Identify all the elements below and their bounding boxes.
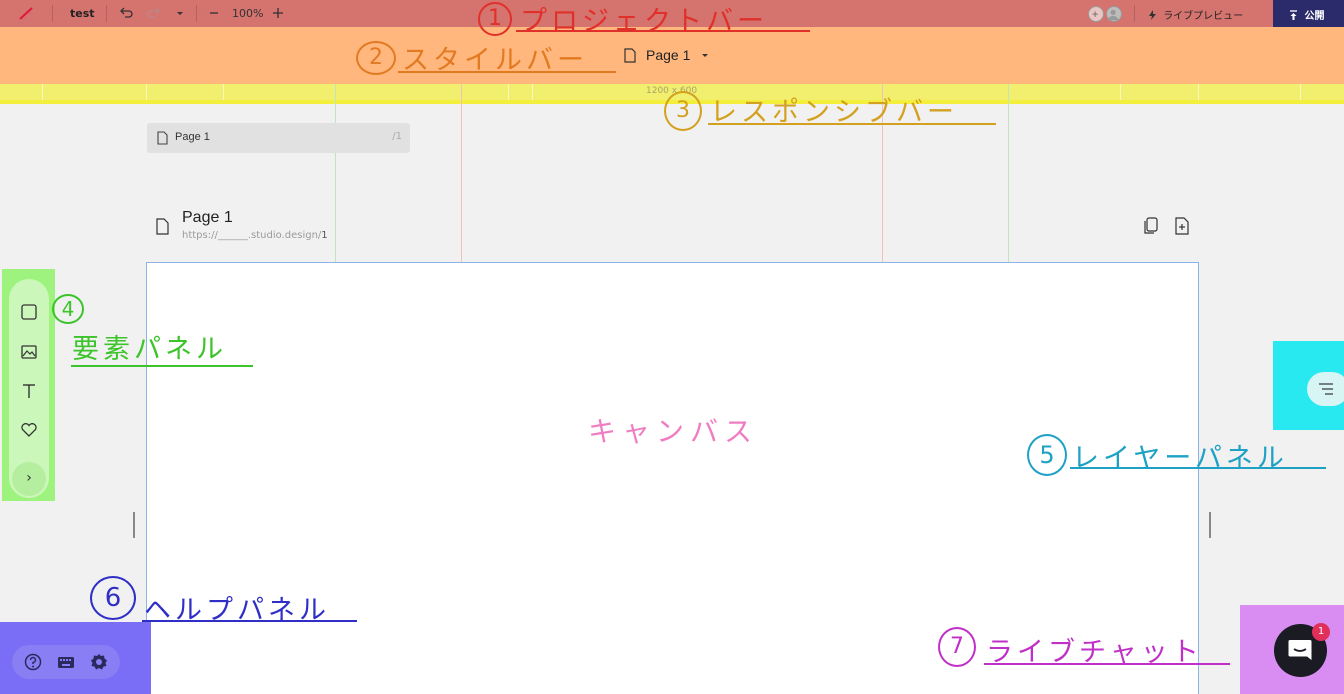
page-url-slug: 1 <box>321 230 328 241</box>
help-toolbar <box>12 645 120 679</box>
page-icon <box>156 218 169 235</box>
publish-button[interactable]: 公開 <box>1273 0 1344 27</box>
text-icon[interactable] <box>19 381 39 401</box>
divider <box>106 5 107 22</box>
page-selector-label: Page 1 <box>646 47 691 63</box>
page-tab[interactable]: Page 1 /1 <box>147 123 410 153</box>
annotation-element-panel: 要素パネル <box>72 334 227 365</box>
lightning-icon <box>1149 10 1156 20</box>
divider <box>52 5 53 22</box>
annotation-underline <box>142 620 357 622</box>
unread-badge: 1 <box>1312 623 1330 641</box>
breakpoint-tick <box>42 84 43 100</box>
breakpoint-guide <box>335 84 336 262</box>
breakpoint-tick <box>223 84 224 100</box>
breakpoint-tick <box>532 84 533 100</box>
help-icon[interactable] <box>24 653 42 671</box>
collaborators[interactable] <box>1088 6 1122 22</box>
page-tab-label: Page 1 <box>175 131 210 143</box>
dropdown-caret-icon[interactable] <box>172 5 188 21</box>
annotation-underline <box>516 30 810 32</box>
breakpoint-guide <box>1008 84 1009 262</box>
resize-handle-right[interactable] <box>1209 512 1211 538</box>
page-url-prefix: https://______.studio.design/ <box>182 230 322 241</box>
annotation-layer-panel: レイヤーパネル <box>1072 443 1288 474</box>
live-chat-panel: 1 <box>1240 605 1344 694</box>
user-avatar-icon[interactable] <box>1106 6 1122 22</box>
breakpoint-tick <box>146 84 147 100</box>
duplicate-page-icon[interactable] <box>1142 216 1160 236</box>
page-tab-count: /1 <box>392 131 402 142</box>
chevron-right-icon[interactable]: › <box>12 462 46 496</box>
chat-icon <box>1288 640 1312 660</box>
annotation-number-2: 2 <box>356 41 396 75</box>
keyboard-icon[interactable] <box>57 653 75 671</box>
image-icon[interactable] <box>19 342 39 362</box>
page-icon <box>624 47 636 63</box>
annotation-underline <box>71 365 253 367</box>
page-url: https://______.studio.design/1 <box>182 230 328 241</box>
layer-panel <box>1273 341 1344 430</box>
add-collaborator-icon[interactable] <box>1088 6 1104 22</box>
project-name[interactable]: test <box>70 7 95 20</box>
zoom-out-icon[interactable] <box>206 5 222 21</box>
zoom-level[interactable]: 100% <box>232 7 263 20</box>
annotation-number-1: 1 <box>478 2 512 36</box>
canvas-annotation: キャンバス <box>588 415 759 448</box>
divider <box>196 5 197 22</box>
publish-label: 公開 <box>1304 11 1325 22</box>
redo-icon[interactable] <box>146 5 162 21</box>
annotation-number-5: 5 <box>1027 434 1067 476</box>
undo-icon[interactable] <box>118 5 134 21</box>
annotation-number-6: 6 <box>90 576 136 620</box>
annotation-project-bar: プロジェクトバー <box>520 6 768 37</box>
breakpoint-tick <box>1300 84 1301 100</box>
annotation-underline <box>398 71 616 73</box>
zoom-in-icon[interactable] <box>270 5 286 21</box>
live-preview-button[interactable]: ライブプレビュー <box>1148 7 1243 22</box>
annotation-underline <box>1070 467 1326 469</box>
breakpoint-tick <box>1120 84 1121 100</box>
layers-button[interactable] <box>1307 372 1344 406</box>
dropdown-caret-icon <box>702 54 709 57</box>
live-preview-label: ライブプレビュー <box>1163 11 1244 22</box>
annotation-number-7: 7 <box>938 627 976 667</box>
divider <box>1134 5 1135 22</box>
resize-handle-left[interactable] <box>133 512 135 538</box>
element-panel: › <box>9 279 49 498</box>
page-icon <box>157 131 168 145</box>
page-title[interactable]: Page 1 <box>182 209 233 227</box>
layers-icon <box>1319 383 1333 395</box>
annotation-underline <box>984 663 1230 665</box>
annotation-number-3: 3 <box>664 91 702 131</box>
settings-icon[interactable] <box>90 653 108 671</box>
heart-icon[interactable] <box>19 420 39 440</box>
annotation-underline <box>708 123 996 125</box>
breakpoint-tick <box>508 84 509 100</box>
breakpoint-guide <box>461 84 462 262</box>
breakpoint-tick <box>1198 84 1199 100</box>
page-selector[interactable]: Page 1 <box>624 45 710 65</box>
add-page-icon[interactable] <box>1173 216 1191 236</box>
upload-icon <box>1290 10 1297 20</box>
help-panel <box>0 622 151 694</box>
box-icon[interactable] <box>19 302 39 322</box>
annotation-number-4: 4 <box>52 294 84 324</box>
logo-slash-icon[interactable] <box>18 7 34 20</box>
